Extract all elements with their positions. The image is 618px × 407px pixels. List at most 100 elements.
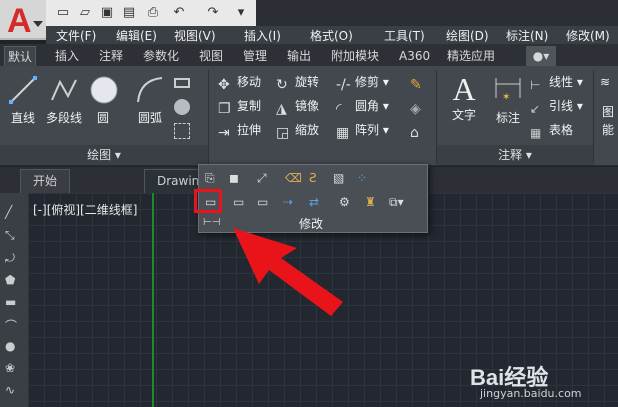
redo-icon[interactable]: ↷: [204, 4, 222, 22]
erase-tool-icon[interactable]: ⌫: [285, 171, 303, 189]
circle-label: 圆: [96, 111, 109, 125]
construction-line-icon[interactable]: ⤡: [5, 228, 23, 246]
menu-file[interactable]: 文件(F): [56, 27, 96, 44]
draw-toolbar: ╱ ⤡ ⤾ ⬟ ▬ ⌒ ● ❀ ∿: [0, 193, 28, 407]
menu-view[interactable]: 视图(V): [174, 27, 216, 44]
scale-button[interactable]: ◲ 缩放: [276, 120, 319, 141]
tab-default[interactable]: 默认: [4, 46, 37, 66]
fillet-icon: ◜: [336, 100, 342, 117]
hatch-icon: [174, 98, 190, 115]
move-button[interactable]: ✥ 移动: [218, 72, 261, 93]
new-file-icon[interactable]: ▭: [54, 4, 72, 22]
scale-icon: ◲: [276, 124, 290, 141]
fillet-button[interactable]: ◜ 圆角 ▾: [336, 96, 389, 117]
menu-draw[interactable]: 绘图(D): [446, 27, 489, 44]
layers-icon[interactable]: ≋: [600, 72, 610, 92]
circle-tool-icon[interactable]: ●: [5, 339, 23, 357]
tab-manage[interactable]: 管理: [240, 46, 270, 66]
menu-insert[interactable]: 插入(I): [244, 27, 281, 44]
copy-icon: ❐: [218, 100, 231, 117]
tab-featured-apps[interactable]: 精选应用: [444, 46, 498, 66]
region-button[interactable]: [174, 120, 193, 140]
array-edit-icon[interactable]: ⁘: [357, 171, 375, 189]
layer-label-2: 能: [602, 123, 615, 137]
mirror-button[interactable]: ◮ 镜像: [276, 96, 319, 117]
rectangle-tool-icon[interactable]: ▬: [5, 295, 23, 313]
leader-button[interactable]: ↙ 引线 ▾: [530, 96, 583, 116]
tab-addins[interactable]: 附加模块: [328, 46, 382, 66]
layer-label: 图: [602, 105, 615, 119]
rotate-button[interactable]: ↻ 旋转: [276, 72, 319, 93]
tab-a360[interactable]: A360: [396, 46, 433, 66]
tab-insert[interactable]: 插入: [52, 46, 82, 66]
text-label: 文字: [451, 108, 476, 122]
hatch-button[interactable]: [174, 96, 193, 116]
tab-start[interactable]: 开始: [20, 169, 71, 193]
customize-icon[interactable]: ▾: [232, 4, 250, 22]
print-icon[interactable]: ⎙: [144, 4, 162, 22]
spline-tool-icon[interactable]: ∿: [5, 383, 23, 401]
stretch-button[interactable]: ⇥ 拉伸: [218, 120, 261, 141]
quick-access-bar: ▭ ▱ ▣ ▤ ⎙ ↶ ↷ ▾: [46, 0, 256, 26]
arc-button[interactable]: 圆弧: [130, 74, 170, 126]
table-button[interactable]: ▦ 表格: [530, 120, 573, 140]
copy-button[interactable]: ❐ 复制: [218, 96, 261, 117]
revcloud-tool-icon[interactable]: ❀: [5, 361, 23, 379]
trim-button[interactable]: -/- 修剪 ▾: [336, 72, 389, 93]
polyline-tool-icon[interactable]: ⤾: [5, 251, 23, 269]
save-icon[interactable]: ▣: [98, 4, 116, 22]
polyline-icon: [51, 79, 77, 101]
menu-modify[interactable]: 修改(M): [566, 27, 610, 44]
viewport-controls[interactable]: [-][俯视][二维线框]: [33, 201, 137, 218]
dimension-button[interactable]: ✶ 标注: [490, 74, 526, 126]
circle-button[interactable]: 圆: [88, 74, 118, 126]
cube-icon: ◈: [410, 100, 421, 117]
erase-button[interactable]: ✎: [410, 72, 429, 93]
menu-format[interactable]: 格式(O): [310, 27, 353, 44]
ribbon-tab-bar: 默认 插入 注释 参数化 视图 管理 输出 附加模块 A360 精选应用 ●▾: [0, 44, 618, 66]
copy-nested-icon[interactable]: ⧉▾: [389, 195, 407, 213]
chamfer-icon[interactable]: ⇢: [283, 195, 301, 213]
ribbon-toggle-button[interactable]: ●▾: [526, 46, 556, 66]
line-tool-icon[interactable]: ╱: [5, 205, 23, 223]
polyline-button[interactable]: 多段线: [42, 74, 86, 126]
tab-annotate[interactable]: 注释: [96, 46, 126, 66]
menu-tools[interactable]: 工具(T): [384, 27, 425, 44]
explode-button[interactable]: ◈: [410, 96, 429, 117]
blend-icon[interactable]: ⚙: [339, 195, 357, 213]
draw-panel-title[interactable]: 绘图 ▾: [0, 145, 208, 165]
line-button[interactable]: 直线: [6, 74, 40, 126]
menu-dimension[interactable]: 标注(N): [506, 27, 548, 44]
lengthen-icon[interactable]: ⤢: [257, 171, 275, 189]
tab-view[interactable]: 视图: [196, 46, 226, 66]
offset-button[interactable]: ⌂: [410, 120, 429, 141]
mirror-icon: ◮: [276, 100, 287, 117]
pin-icon[interactable]: ⊢⊣: [203, 217, 220, 228]
open-folder-icon[interactable]: ▱: [76, 4, 94, 22]
rectangle-button[interactable]: [174, 72, 193, 92]
trim-icon: -/-: [336, 76, 351, 93]
join-icon[interactable]: ▭: [257, 195, 275, 213]
tab-parametric[interactable]: 参数化: [140, 46, 182, 66]
linear-button[interactable]: ⊢ 线性 ▾: [530, 72, 583, 92]
draworder-icon[interactable]: ◼: [229, 171, 247, 189]
tab-output[interactable]: 输出: [284, 46, 314, 66]
text-button[interactable]: A 文字: [446, 72, 482, 123]
save-as-icon[interactable]: ▤: [120, 4, 138, 22]
menu-edit[interactable]: 编辑(E): [116, 27, 157, 44]
polygon-tool-icon[interactable]: ⬟: [5, 273, 23, 291]
annotation-panel-title[interactable]: 注释 ▾: [437, 145, 593, 165]
arc-tool-icon[interactable]: ⌒: [5, 317, 23, 335]
hatch-edit-icon[interactable]: ▧: [333, 171, 351, 189]
set-bylayer-icon[interactable]: ♜: [365, 195, 383, 213]
leader-icon: ↙: [530, 101, 541, 116]
application-menu-button[interactable]: A: [0, 0, 46, 40]
break-at-point-icon[interactable]: ▭: [233, 195, 251, 213]
match-properties-icon[interactable]: ⎘: [205, 171, 223, 189]
pedit-icon[interactable]: Ƨ: [309, 171, 327, 189]
reverse-icon[interactable]: ⇄: [309, 195, 327, 213]
undo-icon[interactable]: ↶: [170, 4, 188, 22]
panel-separator-3: [593, 70, 594, 164]
red-arrow-icon: [233, 228, 343, 316]
array-button[interactable]: ▦ 阵列 ▾: [336, 120, 389, 141]
